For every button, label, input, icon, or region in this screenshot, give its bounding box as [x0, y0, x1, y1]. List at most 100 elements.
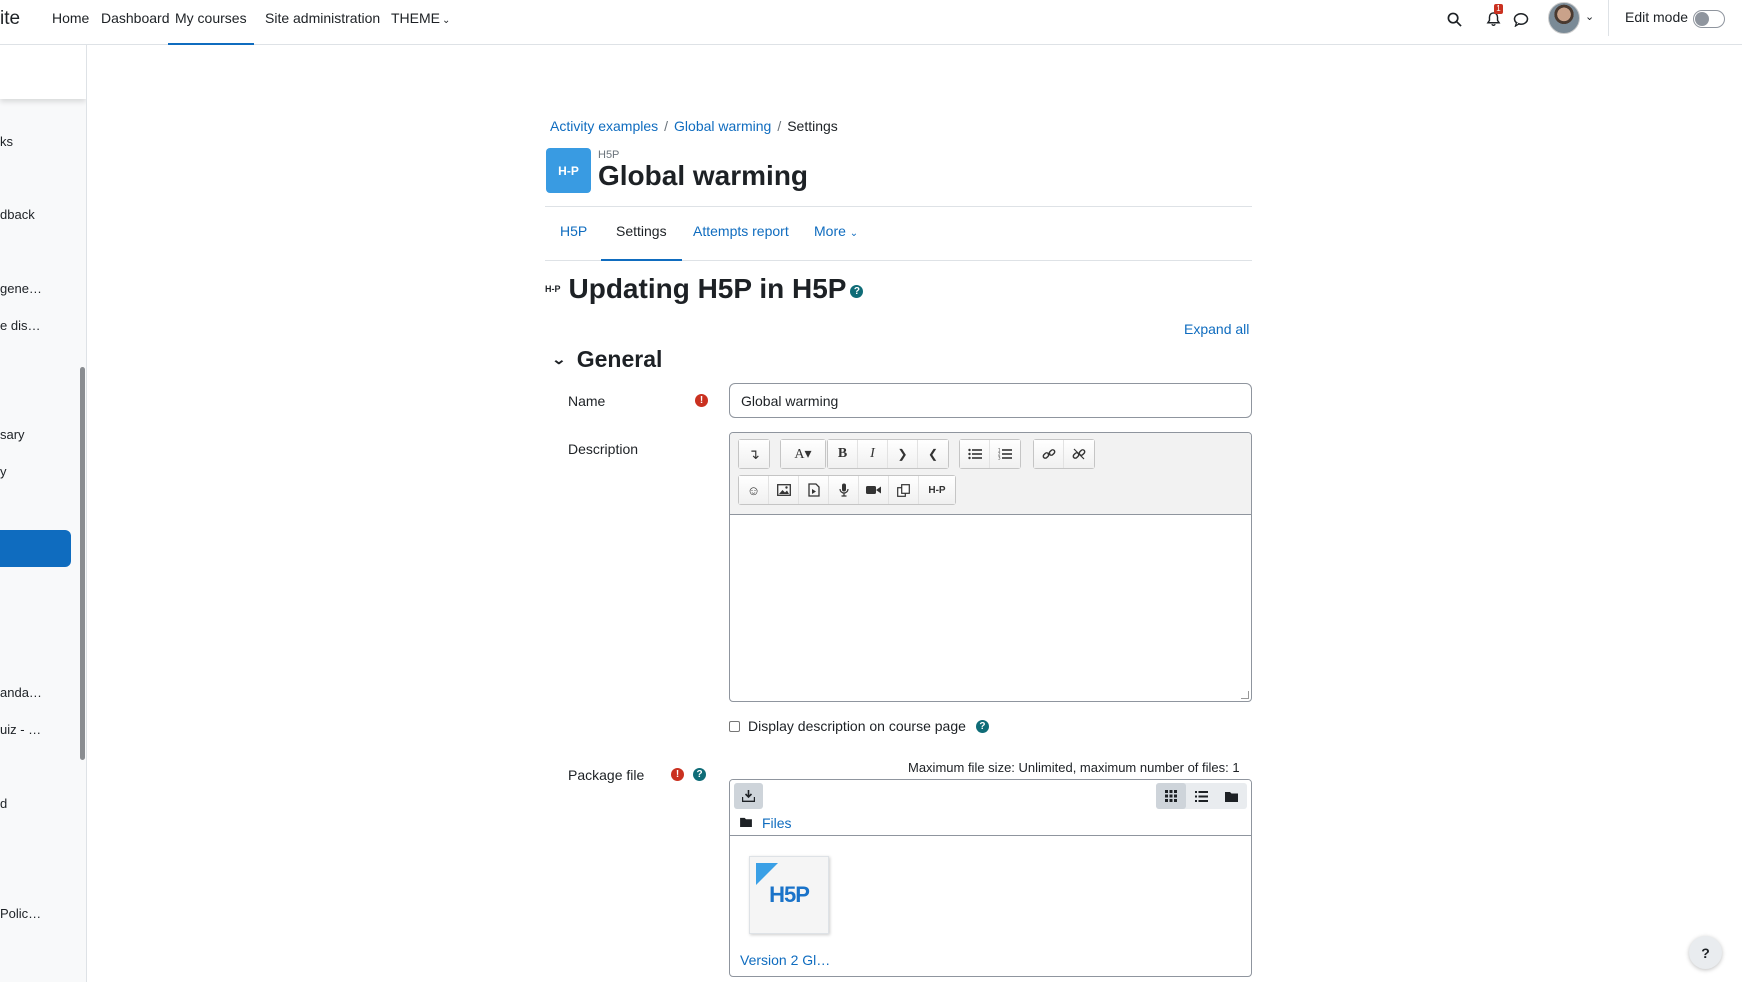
user-avatar[interactable]	[1548, 2, 1580, 34]
files-path-link[interactable]: Files	[762, 815, 792, 831]
breadcrumb-current: Settings	[787, 118, 838, 134]
drawer-item[interactable]: Polic…	[0, 906, 41, 921]
nav-home[interactable]: Home	[52, 0, 89, 45]
nav-theme-menu[interactable]: THEME ⌄	[391, 0, 450, 45]
breadcrumb-separator: /	[664, 118, 669, 134]
unlink-icon[interactable]	[1064, 440, 1094, 468]
name-label: Name	[568, 393, 606, 409]
theme-label: THEME	[391, 10, 440, 26]
breadcrumb-activity-examples[interactable]: Activity examples	[550, 118, 658, 134]
drawer-item[interactable]: y	[0, 464, 7, 479]
nav-my-courses[interactable]: My courses	[168, 0, 254, 45]
h5p-icon[interactable]: H-P	[919, 476, 955, 504]
video-camera-icon[interactable]	[859, 476, 889, 504]
required-icon: !	[671, 768, 684, 781]
thumbnail-corner	[756, 863, 778, 885]
description-label: Description	[568, 441, 639, 457]
svg-text:3: 3	[998, 456, 1001, 461]
drawer-item[interactable]: anda…	[0, 685, 42, 700]
breadcrumb: Activity examples / Global warming / Setting…	[550, 118, 838, 134]
tab-settings[interactable]: Settings	[601, 207, 682, 261]
drawer-item[interactable]: dback	[0, 207, 35, 222]
emoji-icon[interactable]: ☺	[739, 476, 769, 504]
resize-handle[interactable]	[1241, 691, 1249, 699]
notification-count-badge: 1	[1494, 4, 1503, 14]
help-icon[interactable]: ?	[975, 719, 989, 733]
grid-view-icon[interactable]	[1156, 783, 1186, 809]
secondary-navigation: H5P Settings Attempts report More ⌄	[545, 207, 1252, 261]
drawer-item[interactable]: sary	[0, 427, 25, 442]
toolbar-group-insert: ☺ H-P	[738, 475, 956, 505]
drawer-item[interactable]: gene…	[0, 281, 42, 296]
drawer-item-active[interactable]	[0, 530, 71, 567]
expand-all-link[interactable]: Expand all	[1184, 321, 1249, 337]
file-name-link[interactable]: Version 2 Gl…	[740, 952, 830, 968]
display-description-row: Display description on course page ?	[729, 718, 989, 734]
package-file-label: Package file	[568, 767, 645, 783]
bold-icon[interactable]: B	[828, 440, 858, 468]
description-editor[interactable]: ↴ A▾ B I ❯ ❮ 123 ☺ H-P	[729, 432, 1252, 702]
add-file-icon[interactable]	[734, 783, 763, 809]
editor-toolbar: ↴ A▾ B I ❯ ❮ 123 ☺ H-P	[730, 433, 1251, 515]
edit-mode-toggle[interactable]	[1693, 10, 1725, 28]
folder-icon	[740, 816, 752, 830]
italic-icon[interactable]: I	[858, 440, 888, 468]
toolbar-group-lists: 123	[959, 439, 1021, 469]
paragraph-styles-icon[interactable]: A▾	[781, 440, 825, 468]
drawer-item[interactable]: d	[0, 796, 7, 811]
tab-attempts-report[interactable]: Attempts report	[678, 207, 804, 261]
page-title: Global warming	[598, 160, 809, 191]
list-view-icon[interactable]	[1186, 783, 1216, 809]
chevron-down-icon[interactable]: ⌄	[1585, 10, 1594, 23]
drawer-scrollbar[interactable]	[80, 367, 85, 760]
edit-mode-label: Edit mode	[1625, 9, 1689, 25]
display-description-checkbox[interactable]	[729, 720, 740, 732]
file-manager-header: Files	[730, 780, 1251, 836]
drawer-item[interactable]: ks	[0, 134, 13, 149]
top-navbar: ite Home Dashboard My courses Site admin…	[0, 0, 1742, 45]
search-icon[interactable]	[1444, 9, 1464, 29]
indent-icon[interactable]: ❯	[888, 440, 918, 468]
file-path: Files	[740, 815, 792, 831]
h5p-icon: H-P	[545, 284, 561, 294]
microphone-icon[interactable]	[829, 476, 859, 504]
messages-icon[interactable]	[1511, 9, 1531, 29]
copy-files-icon[interactable]	[889, 476, 919, 504]
drawer-item[interactable]: e dis…	[0, 318, 40, 333]
view-switcher	[1156, 783, 1247, 809]
media-icon[interactable]	[799, 476, 829, 504]
toolbar-group-format: B I ❯ ❮	[827, 439, 949, 469]
tab-more[interactable]: More ⌄	[799, 207, 873, 261]
folder-view-icon[interactable]	[1216, 783, 1246, 809]
tab-more-label: More	[814, 223, 846, 239]
tab-h5p[interactable]: H5P	[545, 207, 602, 261]
course-index-drawer: ks dback gene… e dis… sary y anda… uiz -…	[0, 45, 87, 982]
site-name[interactable]: ite	[0, 8, 20, 30]
help-icon[interactable]: ?	[693, 768, 706, 781]
breadcrumb-global-warming[interactable]: Global warming	[674, 118, 771, 134]
chevron-down-icon: ⌄	[849, 228, 859, 239]
chevron-down-icon: ⌄	[442, 15, 451, 26]
section-general-header[interactable]: ⌄ General	[551, 346, 662, 373]
display-description-label[interactable]: Display description on course page	[748, 718, 966, 734]
toolbar-group-links	[1033, 439, 1095, 469]
breadcrumb-separator: /	[777, 118, 782, 134]
navbar-divider	[1608, 0, 1609, 36]
file-thumbnail[interactable]: H5P	[749, 856, 829, 934]
drawer-header	[0, 45, 86, 99]
show-more-buttons-icon[interactable]: ↴	[739, 440, 769, 468]
chevron-down-icon: ⌄	[551, 351, 567, 367]
nav-dashboard[interactable]: Dashboard	[101, 0, 170, 45]
unordered-list-icon[interactable]	[960, 440, 990, 468]
toolbar-group-collapse: ↴	[738, 439, 770, 469]
name-input[interactable]	[729, 383, 1252, 418]
outdent-icon[interactable]: ❮	[918, 440, 948, 468]
help-button[interactable]: ?	[1689, 936, 1722, 969]
image-icon[interactable]	[769, 476, 799, 504]
help-icon[interactable]: ?	[850, 284, 864, 298]
drawer-item[interactable]: uiz - …	[0, 722, 41, 737]
nav-site-administration[interactable]: Site administration	[265, 0, 380, 45]
ordered-list-icon[interactable]: 123	[990, 440, 1020, 468]
link-icon[interactable]	[1034, 440, 1064, 468]
h5p-activity-icon: H-P	[546, 148, 591, 193]
